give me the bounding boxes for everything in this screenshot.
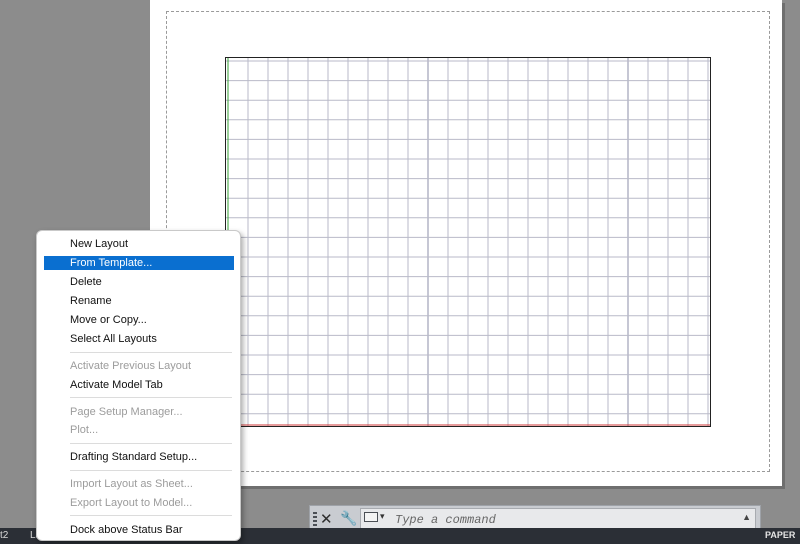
menu-item-select-all-layouts[interactable]: Select All Layouts — [44, 332, 234, 346]
menu-item-activate-model-tab[interactable]: Activate Model Tab — [44, 378, 234, 392]
wrench-icon[interactable]: 🔧 — [340, 510, 357, 527]
layout-viewport[interactable] — [225, 57, 711, 427]
close-icon[interactable]: ✕ — [320, 510, 333, 528]
menu-item-plot[interactable]: Plot... — [44, 423, 234, 437]
menu-item-dock-above-status-bar[interactable]: Dock above Status Bar — [44, 523, 234, 537]
layout-tab-partial[interactable]: t2 — [0, 530, 8, 541]
menu-item-page-setup-manager[interactable]: Page Setup Manager... — [44, 405, 234, 419]
menu-separator — [70, 443, 232, 444]
paper-space-toggle[interactable]: PAPER — [765, 530, 795, 540]
menu-item-drafting-standard-setup[interactable]: Drafting Standard Setup... — [44, 450, 234, 464]
menu-item-import-layout-as-sheet[interactable]: Import Layout as Sheet... — [44, 477, 234, 491]
menu-item-new-layout[interactable]: New Layout — [44, 237, 234, 251]
chevron-down-icon[interactable]: ▾ — [380, 511, 385, 522]
menu-separator — [70, 352, 232, 353]
menu-item-export-layout-to-model[interactable]: Export Layout to Model... — [44, 496, 234, 510]
menu-item-move-or-copy[interactable]: Move or Copy... — [44, 313, 234, 327]
menu-separator — [70, 515, 232, 516]
grip-handle[interactable] — [313, 512, 317, 526]
menu-item-activate-previous-layout[interactable]: Activate Previous Layout — [44, 359, 234, 373]
command-input-box[interactable]: ▾ ▲ — [360, 508, 756, 529]
chevron-up-icon[interactable]: ▲ — [742, 512, 751, 522]
menu-item-delete[interactable]: Delete — [44, 275, 234, 289]
menu-item-rename[interactable]: Rename — [44, 294, 234, 308]
menu-item-from-template[interactable]: From Template... — [44, 256, 234, 270]
menu-separator — [70, 397, 232, 398]
command-input[interactable] — [393, 510, 737, 529]
viewport-grid — [226, 58, 710, 426]
layout-context-menu: New Layout From Template... Delete Renam… — [36, 230, 241, 541]
command-prompt-icon[interactable] — [364, 512, 378, 522]
menu-separator — [70, 470, 232, 471]
